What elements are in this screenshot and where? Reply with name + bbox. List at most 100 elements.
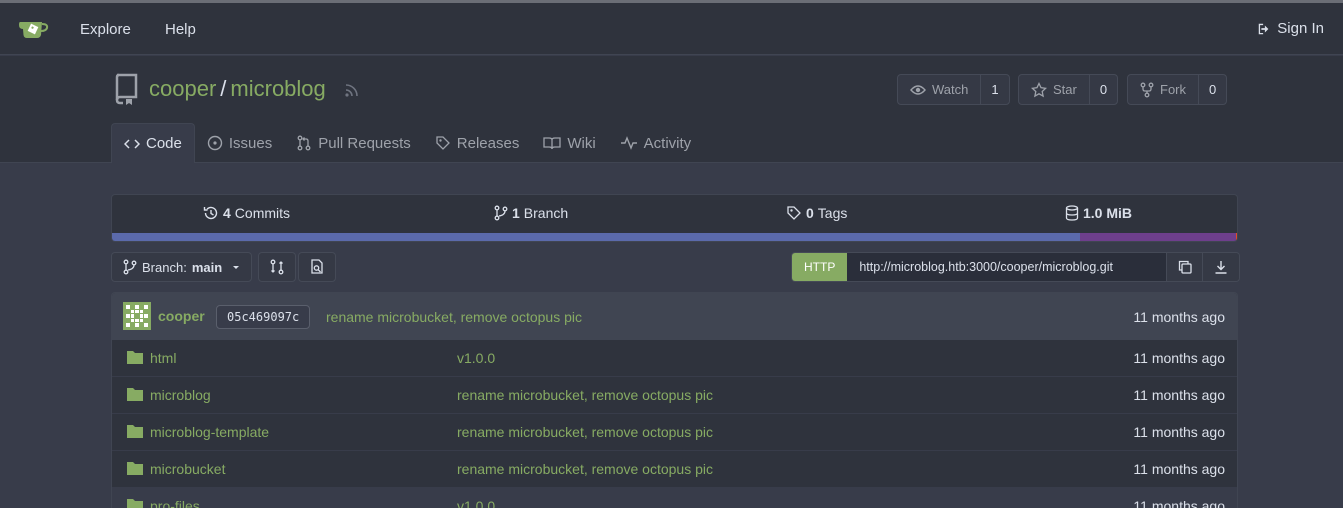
file-list: cooper 05c469097c rename microbucket, re… — [111, 292, 1238, 508]
file-name-link[interactable]: microblog — [150, 387, 211, 403]
database-icon — [1065, 205, 1079, 221]
book-icon — [543, 137, 561, 150]
tab-activity[interactable]: Activity — [608, 123, 704, 163]
table-row[interactable]: microbucket rename microbucket, remove o… — [112, 451, 1237, 488]
fork-label: Fork — [1160, 82, 1186, 97]
tab-issues-label: Issues — [228, 134, 273, 152]
file-commit-time: 11 months ago — [1133, 350, 1225, 366]
file-commit-time: 11 months ago — [1133, 461, 1225, 477]
clone-url-input[interactable]: http://microblog.htb:3000/cooper/microbl… — [847, 253, 1168, 281]
tab-pull-requests-label: Pull Requests — [318, 134, 411, 152]
top-navbar: Explore Help Sign In — [0, 3, 1343, 55]
http-protocol-button[interactable]: HTTP — [792, 253, 848, 281]
pull-request-icon — [297, 135, 311, 151]
branch-selector[interactable]: Branch: main — [111, 252, 252, 282]
repo-owner-link[interactable]: cooper — [149, 76, 216, 102]
pulse-icon — [620, 136, 637, 150]
tag-icon — [787, 206, 801, 220]
commit-author-link[interactable]: cooper — [158, 308, 205, 324]
file-name-link[interactable]: pro-files — [150, 498, 200, 508]
fork-count[interactable]: 0 — [1199, 75, 1226, 104]
tags-label: Tags — [817, 205, 848, 221]
commit-message-link[interactable]: rename microbucket, remove octopus pic — [326, 309, 582, 325]
star-label: Star — [1053, 82, 1077, 97]
language-segment[interactable] — [112, 233, 1081, 241]
tab-code[interactable]: Code — [111, 123, 195, 163]
file-commit-time: 11 months ago — [1133, 387, 1225, 403]
branch-stat[interactable]: 1 Branch — [494, 205, 568, 221]
compare-button[interactable] — [258, 252, 296, 282]
folder-icon — [127, 351, 143, 364]
language-segment[interactable] — [1235, 233, 1237, 241]
nav-help-link[interactable]: Help — [165, 21, 196, 38]
file-commit-message-link[interactable]: rename microbucket, remove octopus pic — [457, 461, 713, 477]
branch-selector-prefix: Branch: — [142, 259, 187, 275]
file-commit-time: 11 months ago — [1133, 498, 1225, 508]
watch-button[interactable]: Watch — [898, 75, 982, 104]
star-count[interactable]: 0 — [1090, 75, 1117, 104]
find-file-button[interactable] — [298, 252, 336, 282]
branch-icon — [123, 259, 137, 275]
sign-in-icon — [1259, 23, 1269, 34]
nav-explore-link[interactable]: Explore — [80, 21, 131, 38]
gitea-logo-icon[interactable] — [18, 17, 50, 41]
fork-icon — [1140, 82, 1154, 97]
table-row[interactable]: microblog-template rename microbucket, r… — [112, 414, 1237, 451]
history-icon — [203, 206, 218, 220]
branch-count: 1 — [512, 205, 520, 221]
sign-in-label: Sign In — [1277, 20, 1324, 37]
file-commit-time: 11 months ago — [1133, 424, 1225, 440]
tab-pull-requests[interactable]: Pull Requests — [284, 123, 423, 163]
tab-issues[interactable]: Issues — [195, 123, 284, 163]
watch-count[interactable]: 1 — [981, 75, 1008, 104]
folder-icon — [127, 462, 143, 475]
star-button[interactable]: Star — [1019, 75, 1090, 104]
commit-time: 11 months ago — [1133, 309, 1225, 325]
repo-tabs: Code Issues Pull Requests Releases Wiki … — [111, 123, 703, 163]
copy-url-button[interactable] — [1167, 253, 1204, 281]
file-commit-message-link[interactable]: v1.0.0 — [457, 498, 495, 508]
tab-wiki[interactable]: Wiki — [531, 123, 607, 163]
repo-title: cooper / microblog — [149, 76, 326, 102]
commits-stat[interactable]: 4 Commits — [203, 205, 290, 221]
file-commit-message-link[interactable]: rename microbucket, remove octopus pic — [457, 387, 713, 403]
latest-commit-row: cooper 05c469097c rename microbucket, re… — [112, 293, 1237, 340]
language-segment[interactable] — [1080, 233, 1236, 241]
table-row[interactable]: microblog rename microbucket, remove oct… — [112, 377, 1237, 414]
star-button-group: Star 0 — [1018, 74, 1119, 105]
file-commit-message-link[interactable]: rename microbucket, remove octopus pic — [457, 424, 713, 440]
avatar[interactable] — [123, 302, 151, 330]
file-name-link[interactable]: microbucket — [150, 461, 225, 477]
branch-selector-name: main — [191, 259, 223, 275]
eye-icon — [910, 84, 926, 95]
table-row[interactable]: pro-files v1.0.0 11 months ago — [112, 488, 1237, 508]
tags-stat[interactable]: 0 Tags — [786, 205, 847, 221]
table-row[interactable]: html v1.0.0 11 months ago — [112, 340, 1237, 377]
file-commit-message-link[interactable]: v1.0.0 — [457, 350, 495, 366]
repo-name-link[interactable]: microblog — [230, 76, 325, 102]
repo-title-separator: / — [220, 76, 227, 101]
fork-button[interactable]: Fork — [1128, 75, 1199, 104]
issue-icon — [207, 135, 223, 151]
copy-icon — [1178, 260, 1192, 274]
rss-icon[interactable] — [344, 82, 360, 98]
tag-icon — [436, 136, 450, 150]
watch-button-group: Watch 1 — [897, 74, 1010, 105]
file-name-link[interactable]: html — [150, 350, 176, 366]
branch-icon — [494, 205, 508, 221]
tab-releases[interactable]: Releases — [423, 123, 532, 163]
download-icon — [1215, 261, 1227, 274]
clone-panel: HTTP http://microblog.htb:3000/cooper/mi… — [791, 252, 1241, 282]
tab-wiki-label: Wiki — [567, 134, 596, 152]
folder-icon — [127, 388, 143, 401]
size-stat: 1.0 MiB — [1065, 205, 1132, 221]
download-button[interactable] — [1203, 253, 1240, 281]
file-name-link[interactable]: microblog-template — [150, 424, 269, 440]
language-bar[interactable] — [112, 233, 1237, 241]
repo-header: cooper / microblog Watch 1 Star 0 Fork 0… — [0, 56, 1343, 163]
commit-sha-button[interactable]: 05c469097c — [216, 305, 311, 329]
tab-code-label: Code — [146, 135, 182, 152]
sign-in-link[interactable]: Sign In — [1257, 20, 1324, 37]
folder-icon — [127, 425, 143, 438]
star-icon — [1031, 81, 1047, 97]
